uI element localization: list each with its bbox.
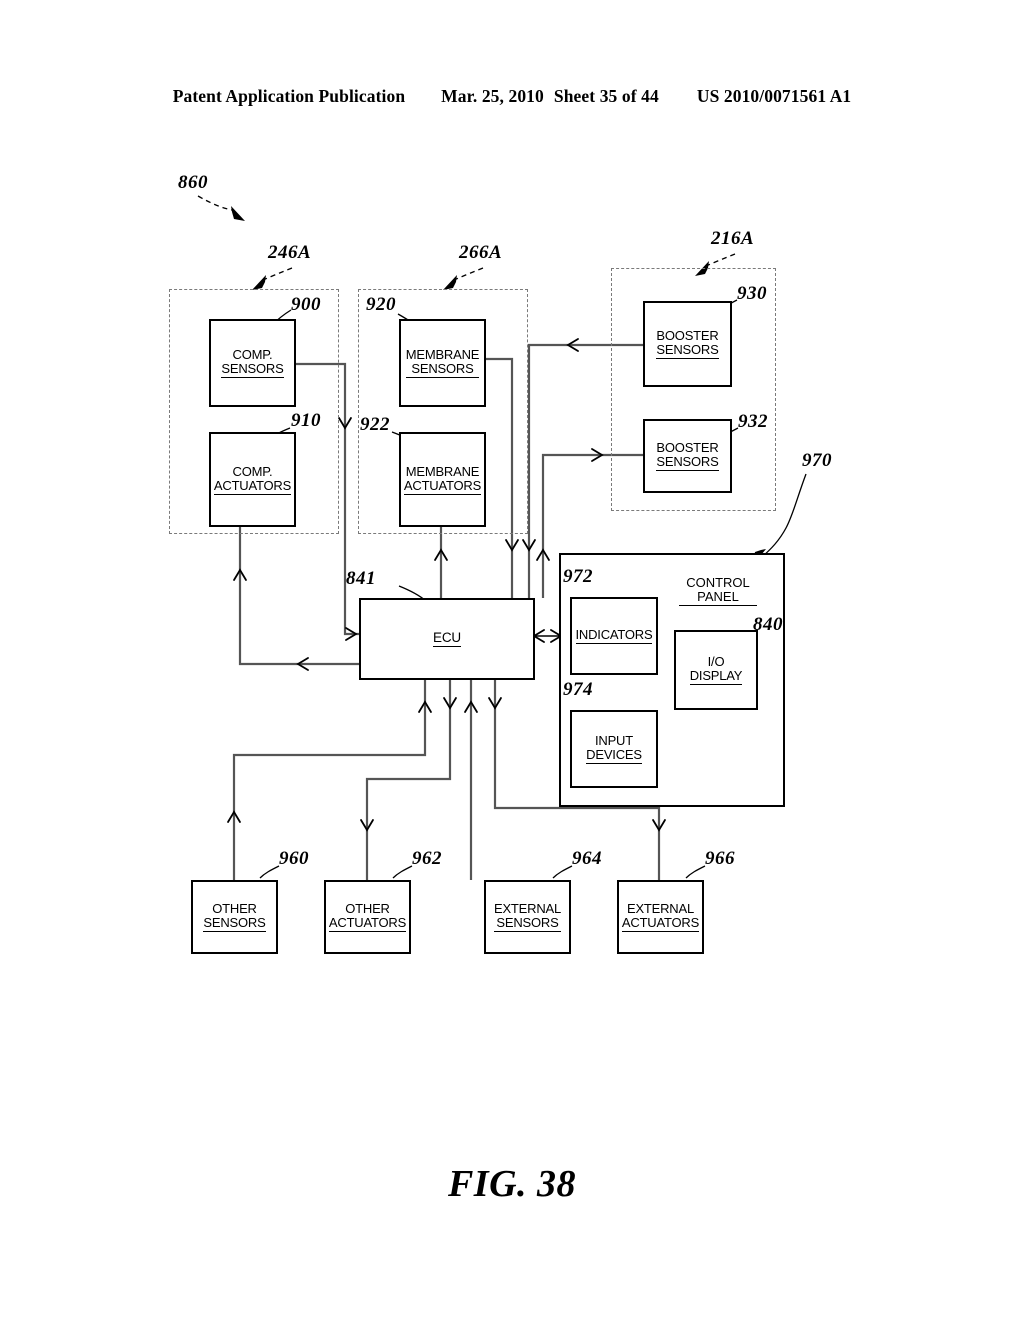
figure-caption: FIG. 38 bbox=[447, 1163, 577, 1205]
ref-972: 972 bbox=[563, 566, 593, 587]
ref-841: 841 bbox=[346, 568, 376, 589]
ref-860: 860 bbox=[178, 172, 208, 193]
ref-900: 900 bbox=[291, 294, 321, 315]
block-membrane-sensors-label: MEMBRANE SENSORS bbox=[405, 347, 480, 378]
block-other-actuators[interactable]: OTHER ACTUATORS bbox=[324, 880, 411, 954]
block-booster-sensors-932[interactable]: BOOSTER SENSORS bbox=[643, 419, 732, 493]
block-comp-actuators[interactable]: COMP. ACTUATORS bbox=[209, 432, 296, 527]
block-other-sensors[interactable]: OTHER SENSORS bbox=[191, 880, 278, 954]
block-other-sensors-label: OTHER SENSORS bbox=[203, 901, 266, 932]
block-membrane-actuators[interactable]: MEMBRANE ACTUATORS bbox=[399, 432, 486, 527]
ref-970: 970 bbox=[802, 450, 832, 471]
block-ecu[interactable]: ECU bbox=[359, 598, 535, 680]
block-indicators-label: INDICATORS bbox=[575, 627, 653, 644]
ref-922: 922 bbox=[360, 414, 390, 435]
ref-962: 962 bbox=[412, 848, 442, 869]
control-panel-title: CONTROL PANEL bbox=[679, 576, 757, 606]
block-ecu-label: ECU bbox=[433, 630, 461, 647]
ref-974: 974 bbox=[563, 679, 593, 700]
ref-960: 960 bbox=[279, 848, 309, 869]
block-comp-sensors[interactable]: COMP. SENSORS bbox=[209, 319, 296, 407]
block-io-display[interactable]: I/O DISPLAY bbox=[674, 630, 758, 710]
ref-964: 964 bbox=[572, 848, 602, 869]
block-comp-actuators-label: COMP. ACTUATORS bbox=[213, 463, 292, 495]
ref-840: 840 bbox=[753, 614, 783, 635]
block-other-actuators-label: OTHER ACTUATORS bbox=[328, 901, 407, 932]
block-input-devices[interactable]: INPUT DEVICES bbox=[570, 710, 658, 788]
block-external-sensors[interactable]: EXTERNAL SENSORS bbox=[484, 880, 571, 954]
block-external-sensors-label: EXTERNAL SENSORS bbox=[493, 901, 562, 932]
block-membrane-sensors[interactable]: MEMBRANE SENSORS bbox=[399, 319, 486, 407]
ref-910: 910 bbox=[291, 410, 321, 431]
ref-266A: 266A bbox=[459, 242, 503, 263]
block-input-devices-label: INPUT DEVICES bbox=[586, 733, 642, 764]
block-external-actuators[interactable]: EXTERNAL ACTUATORS bbox=[617, 880, 704, 954]
ref-966: 966 bbox=[705, 848, 735, 869]
block-booster-sensors-930[interactable]: BOOSTER SENSORS bbox=[643, 301, 732, 387]
block-membrane-actuators-label: MEMBRANE ACTUATORS bbox=[403, 463, 482, 495]
ref-246A: 246A bbox=[268, 242, 312, 263]
block-external-actuators-label: EXTERNAL ACTUATORS bbox=[621, 901, 700, 932]
ref-932: 932 bbox=[738, 411, 768, 432]
ref-930: 930 bbox=[737, 283, 767, 304]
ref-216A: 216A bbox=[711, 228, 755, 249]
block-io-display-label: I/O DISPLAY bbox=[689, 654, 743, 685]
block-comp-sensors-label: COMP. SENSORS bbox=[221, 347, 284, 378]
block-booster-sensors-932-label: BOOSTER SENSORS bbox=[656, 440, 719, 471]
block-booster-sensors-930-label: BOOSTER SENSORS bbox=[656, 328, 719, 359]
ref-920: 920 bbox=[366, 294, 396, 315]
block-diagram: .w { stroke:#555; stroke-width:2.2; fill… bbox=[0, 0, 1024, 1320]
block-indicators[interactable]: INDICATORS bbox=[570, 597, 658, 675]
